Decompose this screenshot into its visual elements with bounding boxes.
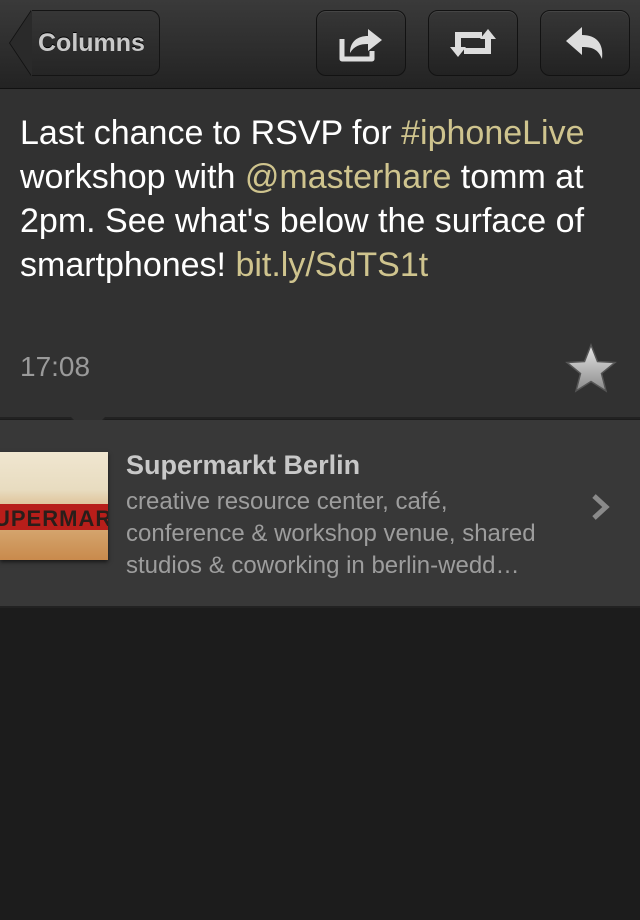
back-button[interactable]: Columns	[10, 10, 160, 76]
tweet-timestamp: 17:08	[20, 351, 91, 382]
link-preview-card[interactable]: UPERMAR Supermarkt Berlin creative resou…	[0, 420, 640, 608]
preview-thumbnail: UPERMAR	[0, 452, 108, 560]
reply-button[interactable]	[540, 10, 630, 76]
mention-link[interactable]: @masterhare	[245, 158, 451, 196]
back-button-label: Columns	[32, 10, 160, 76]
hashtag-link[interactable]: #iphoneLive	[401, 114, 584, 152]
back-arrow-icon	[10, 10, 32, 76]
tweet-text-segment: workshop with	[20, 158, 245, 196]
tweet-text-segment: Last chance to RSVP for	[20, 114, 402, 152]
preview-title: Supermarkt Berlin	[126, 450, 361, 480]
reply-icon	[566, 27, 603, 59]
url-link[interactable]: bit.ly/SdTS1t	[235, 246, 428, 284]
share-button[interactable]	[316, 10, 406, 76]
preview-description: creative resource center, café, conferen…	[126, 488, 536, 579]
retweet-button[interactable]	[428, 10, 518, 76]
thumbnail-banner-text: UPERMAR	[0, 506, 108, 531]
retweet-icon	[450, 29, 496, 57]
star-icon[interactable]	[564, 342, 618, 396]
share-icon	[339, 29, 382, 62]
tweet-text: Last chance to RSVP for #iphoneLive work…	[20, 111, 610, 287]
navigation-bar: Columns	[0, 0, 640, 89]
chevron-right-icon	[592, 494, 610, 520]
tweet-detail: Last chance to RSVP for #iphoneLive work…	[0, 89, 640, 419]
